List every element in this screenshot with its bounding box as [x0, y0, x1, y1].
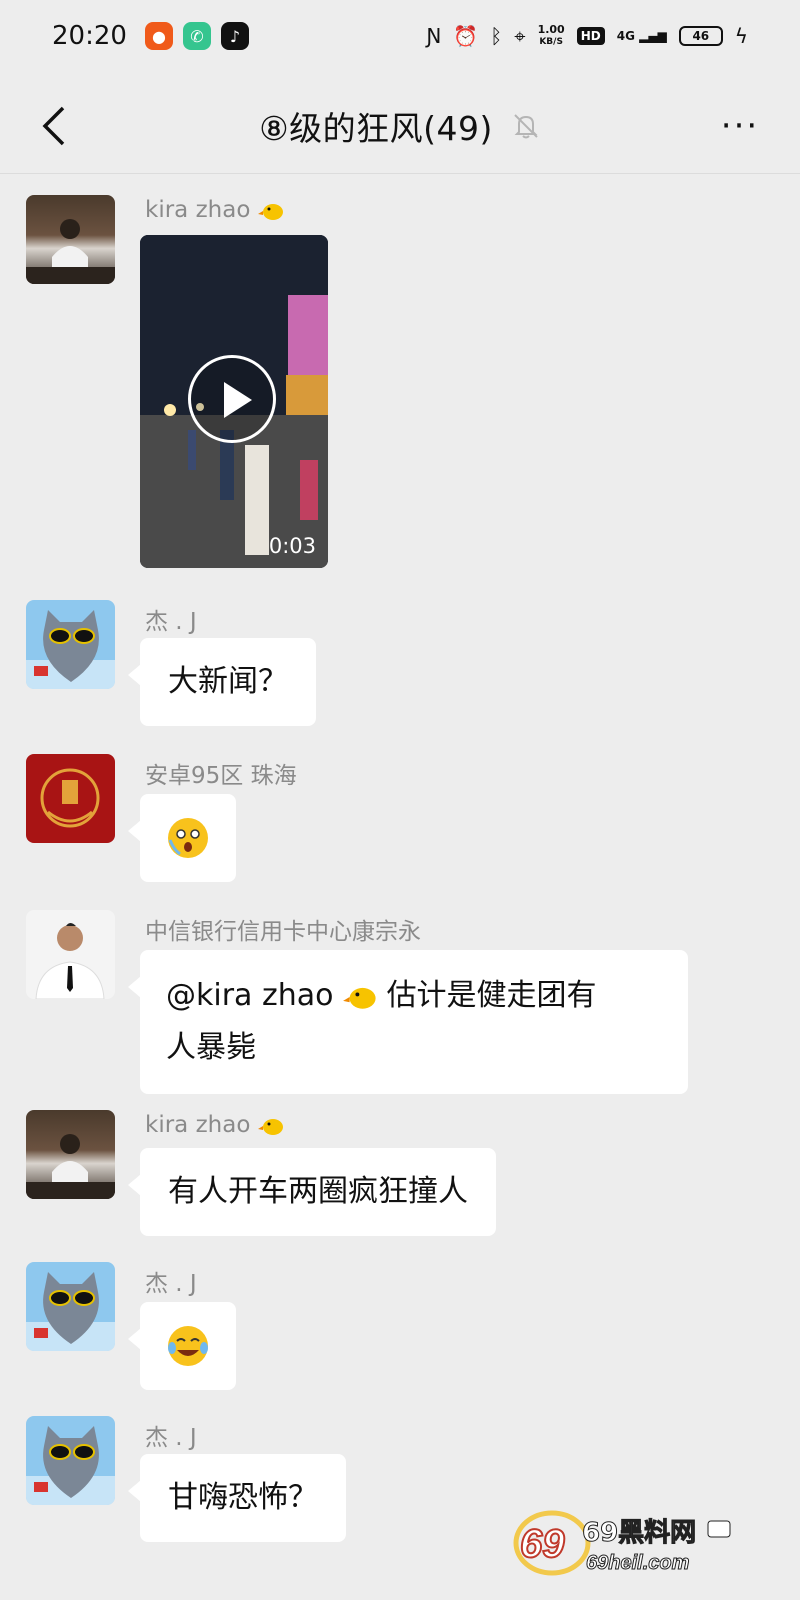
alarm-icon: ⏰ — [453, 24, 479, 48]
battery-level: 46 — [692, 29, 710, 43]
duck-icon — [257, 203, 283, 220]
avatar-android-95[interactable] — [26, 754, 115, 843]
person-photo — [35, 923, 105, 999]
mention-link[interactable]: @kira zhao — [166, 978, 333, 1013]
network-speed: 1.00 KB/S — [538, 24, 565, 48]
hd-badge: HD — [576, 27, 605, 45]
speed-value: 1.00 — [537, 23, 565, 36]
charging-icon: ϟ — [734, 24, 748, 48]
video-message[interactable]: 0:03 — [140, 235, 328, 568]
person-photo — [26, 219, 115, 284]
play-button[interactable] — [188, 355, 276, 443]
location-icon: ⌖ — [514, 24, 526, 48]
chat-header: ⑧级的狂风(49) ··· — [0, 78, 800, 174]
message-text: 估计是健走团有 — [386, 978, 597, 1013]
message-bubble[interactable] — [128, 1302, 236, 1390]
avatar-kira-zhao[interactable] — [26, 195, 115, 284]
status-bar: 20:20 ● ✆ ♪ Ɲ ⏰ ᛒ ⌖ 1.00 KB/S HD 4G ▂▄▆ … — [0, 0, 800, 72]
duck-icon — [343, 987, 376, 1009]
message-video: kira zhao 0:03 — [0, 195, 800, 575]
watermark-url: 69heil.com — [586, 1552, 689, 1574]
chevron-left-icon — [42, 106, 65, 146]
message-bubble[interactable]: 甘嗨恐怖？ — [128, 1454, 346, 1542]
back-button[interactable] — [28, 100, 80, 152]
status-time: 20:20 — [52, 21, 127, 51]
tiktok-app-icon: ♪ — [220, 22, 249, 50]
message-bubble[interactable]: @kira zhao 估计是健走团有 人暴毙 — [128, 950, 688, 1094]
sender-name: 杰 . J — [145, 1425, 197, 1451]
cat-sunglasses-avatar — [26, 1272, 115, 1351]
watermark-logo: 69 69黑料网 69heil.com — [512, 1505, 742, 1579]
watermark-graphic: 69 69黑料网 69heil.com — [513, 1510, 731, 1576]
more-icon: ··· — [720, 106, 760, 146]
sender-name: kira zhao — [145, 197, 284, 223]
laughing-tears-face-icon — [168, 1326, 208, 1366]
battery-icon: 46 — [678, 26, 723, 46]
duck-icon — [257, 1118, 283, 1135]
chat-title[interactable]: ⑧级的狂风(49) — [259, 102, 493, 150]
avatar-jie-j[interactable] — [26, 1262, 115, 1351]
network-type: 4G — [616, 29, 635, 43]
cat-sunglasses-avatar — [26, 610, 115, 689]
sender-name: 杰 . J — [145, 609, 197, 635]
message-text: 杰 . J 大新闻？ — [0, 600, 800, 730]
sender-name: 中信银行信用卡中心康宗永 — [145, 919, 421, 945]
message-bubble[interactable]: 有人开车两圈疯狂撞人 — [128, 1148, 496, 1236]
phone-app-icon: ✆ — [182, 22, 211, 50]
message-bubble[interactable]: 大新闻？ — [128, 638, 316, 726]
message-text: 大新闻？ — [168, 664, 288, 699]
mute-bell-icon — [514, 113, 538, 138]
avatar-kira-zhao[interactable] — [26, 1110, 115, 1199]
sender-name: kira zhao — [145, 1112, 284, 1138]
person-photo — [26, 1134, 115, 1199]
message-text: kira zhao 有人开车两圈疯狂撞人 — [0, 1110, 800, 1240]
status-indicators: Ɲ ⏰ ᛒ ⌖ 1.00 KB/S HD 4G ▂▄▆ 46 ϟ — [426, 24, 748, 48]
sender-name-text: kira zhao — [145, 197, 251, 223]
logo-avatar — [40, 768, 100, 828]
message-text: 人暴毙 — [166, 1030, 256, 1065]
bluetooth-icon: ᛒ — [490, 24, 503, 48]
message-text: 中信银行信用卡中心康宗永 @kira zhao 估计是健走团有 人暴毙 — [0, 910, 800, 1094]
more-options-button[interactable]: ··· — [712, 104, 768, 148]
sender-name: 安卓95区 珠海 — [145, 763, 297, 789]
surprised-face-icon — [168, 818, 208, 858]
message-emoji: 杰 . J — [0, 1262, 800, 1392]
nfc-icon: Ɲ — [426, 24, 442, 48]
watermark-title: 69黑料网 — [582, 1518, 696, 1548]
game-app-icon: ● — [144, 22, 173, 50]
sender-name-text: kira zhao — [145, 1112, 251, 1138]
avatar-citic-bank[interactable] — [26, 910, 115, 999]
avatar-jie-j[interactable] — [26, 1416, 115, 1505]
speed-unit: KB/S — [539, 37, 563, 47]
signal-icon: 4G ▂▄▆ — [616, 29, 667, 43]
sender-name: 杰 . J — [145, 1271, 197, 1297]
video-duration: 0:03 — [268, 534, 316, 558]
message-text: 甘嗨恐怖？ — [168, 1480, 318, 1515]
cat-sunglasses-avatar — [26, 1426, 115, 1505]
watermark-number: 69 — [520, 1522, 565, 1566]
message-bubble[interactable] — [128, 794, 236, 882]
message-emoji: 安卓95区 珠海 — [0, 754, 800, 884]
avatar-jie-j[interactable] — [26, 600, 115, 689]
message-text: 有人开车两圈疯狂撞人 — [168, 1174, 468, 1209]
